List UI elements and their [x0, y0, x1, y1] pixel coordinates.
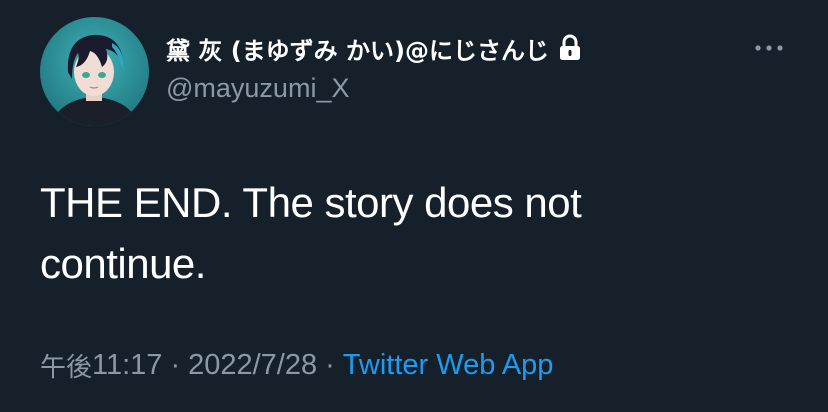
tweet-card: 黛 灰 (まゆずみ かい)@にじさんじ @mayuzumi_X THE END.… — [0, 0, 828, 412]
tweet-source-link[interactable]: Twitter Web App — [343, 349, 554, 382]
avatar-image — [40, 17, 149, 126]
time-prefix: 午後 — [40, 352, 93, 383]
meta-separator: · — [170, 348, 181, 381]
meta-separator: · — [325, 348, 335, 381]
lock-icon — [557, 34, 583, 62]
tweet-text: THE END. The story does not continue. — [40, 179, 582, 287]
tweet-time[interactable]: 11:17 — [92, 349, 162, 382]
user-handle[interactable]: @mayuzumi_X — [166, 73, 349, 104]
tweet-date[interactable]: 2022/7/28 — [188, 349, 317, 382]
tweet-meta: 午後 11:17 · 2022/7/28 · Twitter Web App — [40, 345, 553, 385]
more-horizontal-icon[interactable] — [752, 38, 786, 58]
display-name[interactable]: 黛 灰 (まゆずみ かい)@にじさんじ — [166, 31, 549, 66]
name-row: 黛 灰 (まゆずみ かい)@にじさんじ — [166, 30, 583, 66]
avatar[interactable] — [40, 17, 149, 126]
